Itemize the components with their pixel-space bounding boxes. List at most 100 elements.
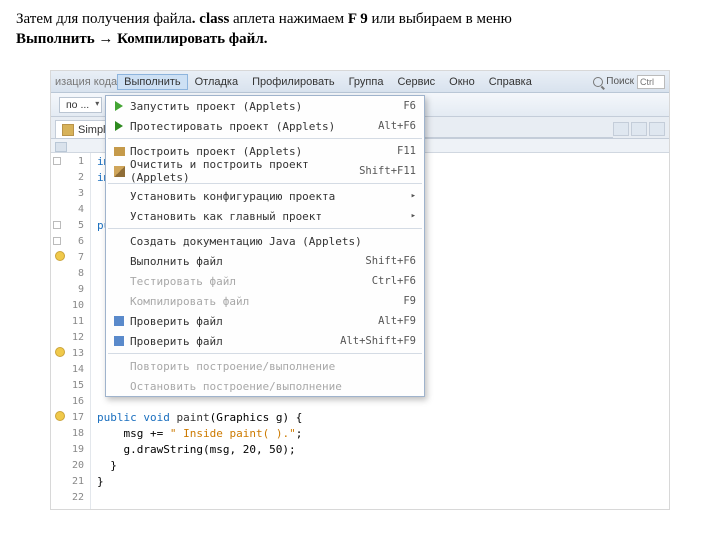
menu-item-label: Проверить файл bbox=[130, 335, 330, 348]
menu-item-label: Тестировать файл bbox=[130, 275, 362, 288]
menu-item-icon bbox=[110, 273, 128, 289]
gutter-line: 4 bbox=[51, 201, 90, 217]
menu-item-shortcut: F9 bbox=[403, 295, 416, 307]
search-input[interactable] bbox=[637, 75, 665, 89]
menu-item-shortcut: Shift+F6 bbox=[365, 255, 416, 267]
gutter-line: 10 bbox=[51, 297, 90, 313]
gutter-line: 2 bbox=[51, 169, 90, 185]
menu-item-icon bbox=[110, 163, 128, 179]
gutter-line: 19 bbox=[51, 441, 90, 457]
code-line: } bbox=[91, 457, 669, 473]
menu-otladka[interactable]: Отладка bbox=[188, 74, 245, 90]
menu-item-icon bbox=[110, 118, 128, 134]
menu-item[interactable]: Создать документацию Java (Applets) bbox=[106, 231, 424, 251]
menu-item[interactable]: Выполнить файл Shift+F6 bbox=[106, 251, 424, 271]
menu-item-label: Запустить проект (Applets) bbox=[130, 100, 393, 113]
menu-item[interactable]: Установить конфигурацию проекта▸ bbox=[106, 186, 424, 206]
menu-item: Тестировать файлCtrl+F6 bbox=[106, 271, 424, 291]
ide-window: изация кода Выполнить Отладка Профилиров… bbox=[50, 70, 670, 510]
code-line: g.drawString(msg, 20, 50); bbox=[91, 441, 669, 457]
menu-item[interactable]: Установить как главный проект▸ bbox=[106, 206, 424, 226]
gutter-line: 16 bbox=[51, 393, 90, 409]
run-dropdown-menu: Запустить проект (Applets)F6Протестирова… bbox=[105, 95, 425, 397]
menu-item-icon bbox=[110, 333, 128, 349]
menu-spravka[interactable]: Справка bbox=[482, 74, 539, 90]
menu-item[interactable]: Проверить файл Alt+Shift+F9 bbox=[106, 331, 424, 351]
menu-item[interactable]: Проверить файлAlt+F9 bbox=[106, 311, 424, 331]
menu-truncated: изация кода bbox=[55, 76, 117, 88]
menu-item[interactable]: Очистить и построить проект (Applets) Shi… bbox=[106, 161, 424, 181]
editor-toolbar-buttons bbox=[613, 122, 669, 138]
gutter-line: 1 bbox=[51, 153, 90, 169]
menu-item-label: Установить конфигурацию проекта bbox=[130, 190, 411, 203]
gutter-line: 6 bbox=[51, 233, 90, 249]
menu-separator bbox=[108, 228, 422, 229]
gutter-line: 8 bbox=[51, 265, 90, 281]
menu-item-shortcut: Shift+F11 bbox=[359, 165, 416, 177]
config-dropdown[interactable]: по ... bbox=[59, 97, 102, 113]
menu-item-label: Проверить файл bbox=[130, 315, 368, 328]
gutter-line: 20 bbox=[51, 457, 90, 473]
caption-text: Затем для получения файла. class аплета … bbox=[0, 0, 720, 63]
code-line: public void paint(Graphics g) { bbox=[91, 409, 669, 425]
menu-item-shortcut: Alt+F6 bbox=[378, 120, 416, 132]
menu-item-icon bbox=[110, 143, 128, 159]
menu-item-label: Очистить и построить проект (Applets) bbox=[130, 158, 349, 184]
gutter-line: 11 bbox=[51, 313, 90, 329]
menu-item-label: Компилировать файл bbox=[130, 295, 393, 308]
menu-item-icon bbox=[110, 233, 128, 249]
menu-item-icon bbox=[110, 378, 128, 394]
search-icon bbox=[593, 77, 603, 87]
menu-item-shortcut: Alt+Shift+F9 bbox=[340, 335, 416, 347]
menu-item-icon bbox=[110, 358, 128, 374]
gutter-line: 3 bbox=[51, 185, 90, 201]
menu-item-icon bbox=[110, 293, 128, 309]
gutter-line: 5 bbox=[51, 217, 90, 233]
menu-item: Компилировать файл F9 bbox=[106, 291, 424, 311]
gutter-line: 12 bbox=[51, 329, 90, 345]
menu-item-label: Создать документацию Java (Applets) bbox=[130, 235, 416, 248]
gutter-line: 13 bbox=[51, 345, 90, 361]
menu-item-icon bbox=[110, 98, 128, 114]
gutter-line: 18 bbox=[51, 425, 90, 441]
menu-item-icon bbox=[110, 208, 128, 224]
editor-btn-2[interactable] bbox=[631, 122, 647, 136]
menu-profile[interactable]: Профилировать bbox=[245, 74, 342, 90]
menu-separator bbox=[108, 353, 422, 354]
menu-item-icon bbox=[110, 253, 128, 269]
menu-separator bbox=[108, 138, 422, 139]
quick-search: Поиск bbox=[593, 75, 665, 89]
gutter-line: 7 bbox=[51, 249, 90, 265]
gutter-line: 9 bbox=[51, 281, 90, 297]
menu-item-icon bbox=[110, 313, 128, 329]
submenu-arrow-icon: ▸ bbox=[411, 211, 416, 221]
menu-item-icon bbox=[110, 188, 128, 204]
menu-item[interactable]: Протестировать проект (Applets) Alt+F6 bbox=[106, 116, 424, 136]
code-area[interactable]: imimpu public void paint(Graphics g) { m… bbox=[91, 153, 669, 509]
menu-item: Повторить построение/выполнение bbox=[106, 356, 424, 376]
menu-servis[interactable]: Сервис bbox=[390, 74, 442, 90]
menu-item-label: Установить как главный проект bbox=[130, 210, 411, 223]
menu-item-label: Протестировать проект (Applets) bbox=[130, 120, 368, 133]
menu-item-label: Повторить построение/выполнение bbox=[130, 360, 416, 373]
editor-btn-1[interactable] bbox=[613, 122, 629, 136]
class-icon bbox=[62, 124, 74, 136]
menu-gruppa[interactable]: Группа bbox=[342, 74, 391, 90]
submenu-arrow-icon: ▸ bbox=[411, 191, 416, 201]
menu-item: Остановить построение/выполнение bbox=[106, 376, 424, 396]
gutter: 12345678910111213141516171819202122 bbox=[51, 153, 91, 509]
menu-vypolnit[interactable]: Выполнить bbox=[117, 74, 187, 90]
gutter-line: 17 bbox=[51, 409, 90, 425]
gutter-line: 21 bbox=[51, 473, 90, 489]
editor-area: 12345678910111213141516171819202122 imim… bbox=[51, 153, 669, 509]
menu-item-label: Построить проект (Applets) bbox=[130, 145, 387, 158]
editor-btn-3[interactable] bbox=[649, 122, 665, 136]
menu-item[interactable]: Запустить проект (Applets)F6 bbox=[106, 96, 424, 116]
code-line bbox=[91, 489, 669, 505]
code-line: } bbox=[91, 473, 669, 489]
menu-item-label: Выполнить файл bbox=[130, 255, 355, 268]
menu-okno[interactable]: Окно bbox=[442, 74, 482, 90]
gutter-line: 14 bbox=[51, 361, 90, 377]
menu-item-shortcut: F11 bbox=[397, 145, 416, 157]
code-line: msg += " Inside paint( )."; bbox=[91, 425, 669, 441]
